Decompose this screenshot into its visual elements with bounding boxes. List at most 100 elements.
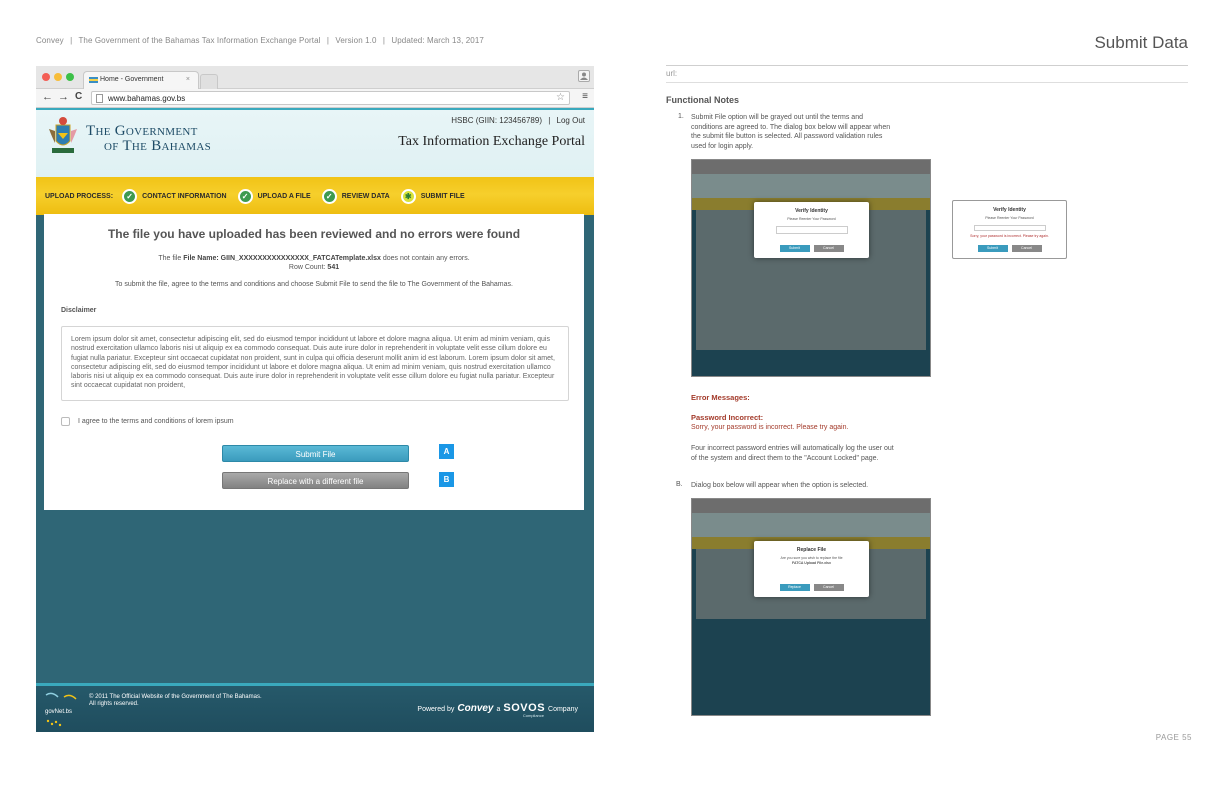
functional-notes-heading: Functional Notes bbox=[666, 95, 740, 105]
file-name-label: File Name: bbox=[183, 255, 219, 262]
coat-of-arms-icon bbox=[49, 117, 77, 153]
file-name: GIIN_XXXXXXXXXXXXXXX_FATCATemplate.xlsx bbox=[220, 255, 381, 262]
bookmark-star-icon[interactable]: ☆ bbox=[556, 92, 565, 103]
govnet-logo-text: govNet.bs bbox=[45, 709, 72, 715]
sovos-compliance-tag: Compliance bbox=[522, 713, 544, 718]
powered-company: Company bbox=[548, 706, 578, 713]
portal-title: Tax Information Exchange Portal bbox=[398, 134, 585, 149]
note-1-line: conditions are agreed to. The dialog box… bbox=[691, 123, 891, 131]
verify-cancel-button[interactable]: Cancel bbox=[813, 245, 844, 252]
verify-error-message: Sorry, your password is incorrect. Pleas… bbox=[970, 233, 1049, 238]
browser-menu-icon[interactable]: ≡ bbox=[582, 91, 588, 102]
step-contact-information[interactable]: CONTACT INFORMATION bbox=[142, 193, 227, 200]
mini-browser-bar bbox=[692, 499, 930, 513]
doc-version: Version 1.0 bbox=[335, 36, 377, 45]
lock-note-line: of the system and direct them to the "Ac… bbox=[691, 454, 879, 462]
verify-dialog-subtitle: Please Reenter Your Password bbox=[787, 217, 836, 221]
replace-file-button[interactable]: Replace with a different file bbox=[222, 472, 409, 489]
step-upload-a-file[interactable]: UPLOAD A FILE bbox=[258, 193, 311, 200]
gov-name-line1: The Government bbox=[86, 123, 198, 139]
close-window-button[interactable] bbox=[42, 73, 50, 81]
check-icon: ✓ bbox=[237, 189, 253, 204]
divider bbox=[666, 65, 1188, 66]
note-b-text: Dialog box below will appear when the op… bbox=[691, 482, 869, 489]
upload-process-bar: UPLOAD PROCESS: ✓ CONTACT INFORMATION ✓ … bbox=[36, 177, 594, 215]
new-tab-button[interactable] bbox=[200, 74, 218, 89]
replace-file-dialog: Replace File Are you sure you wish to re… bbox=[754, 541, 869, 597]
maximize-window-button[interactable] bbox=[66, 73, 74, 81]
submit-file-button[interactable]: Submit File bbox=[222, 445, 409, 462]
doc-portal-name: The Government of the Bahamas Tax Inform… bbox=[78, 36, 321, 45]
verify-error-cancel-button[interactable]: Cancel bbox=[1011, 245, 1042, 252]
site-footer: govNet.bs © 2011 The Official Website of… bbox=[36, 683, 594, 732]
step-submit-file: SUBMIT FILE bbox=[420, 193, 465, 200]
copyright-line2: All rights reserved. bbox=[89, 701, 139, 707]
replace-file-screenshot: Replace File Are you sure you wish to re… bbox=[691, 498, 931, 716]
verify-identity-screenshot: Verify Identity Please Reenter Your Pass… bbox=[691, 159, 931, 377]
check-icon: ✓ bbox=[321, 189, 337, 204]
browser-toolbar: ← → C www.bahamas.gov.bs ☆ ≡ bbox=[36, 89, 594, 108]
replace-confirm-button[interactable]: Replace bbox=[779, 584, 810, 591]
password-incorrect-heading: Password Incorrect: bbox=[691, 413, 764, 422]
browser-tab-strip: Home - Government × bbox=[36, 66, 594, 89]
tab-close-icon[interactable]: × bbox=[186, 76, 190, 83]
verify-error-dialog-title: Verify Identity bbox=[993, 207, 1026, 213]
disclaimer-text-box[interactable]: Lorem ipsum dolor sit amet, consectetur … bbox=[61, 326, 569, 401]
replace-dialog-buttons: Replace Cancel bbox=[754, 584, 869, 591]
review-headline: The file you have uploaded has been revi… bbox=[107, 227, 521, 241]
disclaimer-heading: Disclaimer bbox=[61, 307, 97, 314]
doc-separator: | bbox=[382, 36, 386, 45]
user-profile-icon[interactable] bbox=[578, 70, 590, 82]
browser-tab[interactable]: Home - Government × bbox=[83, 71, 199, 89]
reload-icon[interactable]: C bbox=[75, 91, 82, 102]
doc-brand: Convey bbox=[36, 36, 64, 45]
note-1-text: Submit File option will be grayed out un… bbox=[691, 113, 890, 151]
copyright-line1: © 2011 The Official Website of the Gover… bbox=[89, 694, 262, 700]
account-name: HSBC (GIIN: 123456789) bbox=[451, 116, 542, 125]
note-1-line: the submit file button is selected. All … bbox=[691, 133, 883, 140]
page-number: PAGE 55 bbox=[1155, 733, 1192, 742]
government-logo-text[interactable]: The Government of The Bahamas bbox=[86, 124, 211, 154]
terms-checkbox[interactable] bbox=[61, 417, 70, 426]
mini-site-header bbox=[692, 174, 930, 198]
logout-link[interactable]: Log Out bbox=[557, 116, 585, 125]
replace-dialog-filename: FATCA Upload File.xlsx bbox=[792, 560, 831, 565]
callout-b-badge: B bbox=[439, 472, 454, 487]
minimize-window-button[interactable] bbox=[54, 73, 62, 81]
verify-submit-button[interactable]: Submit bbox=[779, 245, 810, 252]
note-1-line: Submit File option will be grayed out un… bbox=[691, 114, 863, 121]
document-header: Convey | The Government of the Bahamas T… bbox=[36, 36, 488, 45]
forward-arrow-icon[interactable]: → bbox=[58, 91, 69, 103]
check-icon: ✓ bbox=[122, 189, 138, 204]
verify-identity-dialog: Verify Identity Please Reenter Your Pass… bbox=[754, 202, 869, 258]
process-steps: UPLOAD PROCESS: ✓ CONTACT INFORMATION ✓ … bbox=[45, 189, 471, 204]
replace-cancel-button[interactable]: Cancel bbox=[813, 584, 844, 591]
current-step-icon: ✱ bbox=[400, 189, 416, 204]
tab-title: Home - Government bbox=[100, 76, 164, 83]
account-separator: | bbox=[548, 116, 551, 125]
verify-error-submit-button[interactable]: Submit bbox=[977, 245, 1008, 252]
convey-logo: Convey bbox=[457, 703, 494, 714]
mini-browser-bar bbox=[692, 160, 930, 174]
file-prefix: The file bbox=[158, 255, 182, 262]
address-url: www.bahamas.gov.bs bbox=[108, 94, 186, 103]
gov-name-line2: of The Bahamas bbox=[104, 138, 211, 154]
terms-label: I agree to the terms and conditions of l… bbox=[78, 418, 234, 425]
step-review-data[interactable]: REVIEW DATA bbox=[342, 193, 390, 200]
back-arrow-icon[interactable]: ← bbox=[42, 91, 53, 103]
note-b-number: B. bbox=[676, 481, 683, 488]
terms-agreement[interactable]: I agree to the terms and conditions of l… bbox=[61, 417, 234, 426]
submit-content-panel: The file you have uploaded has been revi… bbox=[44, 214, 584, 510]
site-header: The Government of The Bahamas HSBC (GIIN… bbox=[36, 108, 594, 177]
page-title: Submit Data bbox=[1094, 33, 1188, 52]
page-icon bbox=[96, 94, 103, 103]
powered-by: Powered by Convey a SOVOS Company bbox=[417, 702, 578, 714]
address-bar[interactable]: www.bahamas.gov.bs ☆ bbox=[91, 91, 570, 105]
page: Convey | The Government of the Bahamas T… bbox=[0, 0, 1224, 792]
powered-a: a bbox=[496, 706, 501, 713]
verify-error-password-input[interactable] bbox=[973, 224, 1046, 231]
file-summary: The file File Name: GIIN_XXXXXXXXXXXXXXX… bbox=[44, 254, 584, 272]
verify-password-input[interactable] bbox=[775, 225, 848, 234]
submit-instruction: To submit the file, agree to the terms a… bbox=[115, 281, 513, 288]
doc-separator: | bbox=[326, 36, 330, 45]
